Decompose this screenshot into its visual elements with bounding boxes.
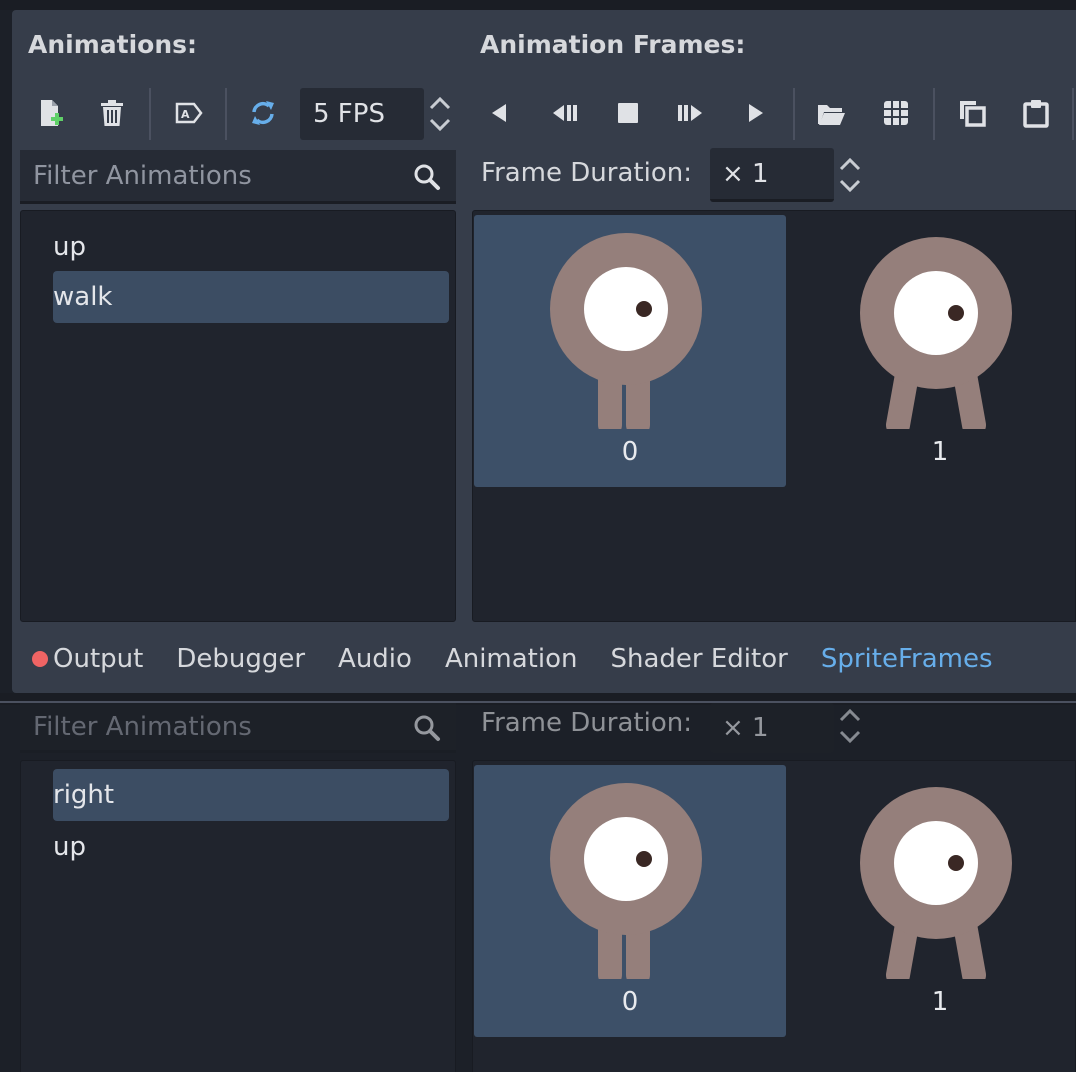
tab-debugger[interactable]: Debugger xyxy=(176,644,305,674)
frame-duration-stepper-icon[interactable] xyxy=(836,702,864,750)
new-animation-icon xyxy=(41,100,63,126)
frame-duration-value: × 1 xyxy=(722,158,769,189)
stop-icon xyxy=(618,103,638,123)
step-back-icon xyxy=(553,105,577,121)
stop-button[interactable] xyxy=(603,88,653,138)
frame-duration-label: Frame Duration: xyxy=(481,708,692,738)
open-folder-icon xyxy=(818,105,845,125)
frame-duration-stepper-icon[interactable] xyxy=(836,151,864,199)
creature-walk-frame-1-sprite xyxy=(860,237,1012,429)
animation-frames-heading: Animation Frames: xyxy=(480,30,746,59)
tab-animation[interactable]: Animation xyxy=(445,644,578,674)
frames-grid: 0 1 xyxy=(472,210,1076,622)
rename-animation-button[interactable]: A xyxy=(163,88,213,138)
creature-walk-frame-0-sprite xyxy=(550,233,702,429)
animation-name: walk xyxy=(53,282,113,312)
frame-index: 0 xyxy=(621,437,639,467)
animation-name: right xyxy=(53,780,115,810)
animation-item-right[interactable]: right xyxy=(53,769,449,821)
frame-item-0[interactable]: 0 xyxy=(474,765,786,1037)
new-animation-button[interactable] xyxy=(24,88,74,138)
filter-animations-input[interactable]: Filter Animations xyxy=(20,150,456,204)
frame-duration-value: × 1 xyxy=(722,713,769,743)
animation-name: up xyxy=(53,232,86,262)
svg-text:A: A xyxy=(181,108,190,121)
rename-animation-icon: A xyxy=(175,102,203,124)
frame-index: 1 xyxy=(931,987,949,1017)
filter-placeholder: Filter Animations xyxy=(33,711,252,742)
toolbar-separator xyxy=(1072,88,1074,140)
frame-duration-input[interactable]: × 1 xyxy=(710,703,834,753)
error-indicator-dot xyxy=(32,651,48,667)
frame-item-1[interactable]: 1 xyxy=(784,215,1076,487)
fps-value: 5 FPS xyxy=(313,99,385,129)
frame-index: 1 xyxy=(931,437,949,467)
copy-icon xyxy=(960,101,986,127)
toolbar-separator xyxy=(149,88,151,140)
add-frames-from-file-button[interactable] xyxy=(806,88,856,138)
grid-icon xyxy=(884,101,908,125)
tab-output[interactable]: Output xyxy=(53,644,143,674)
delete-animation-icon xyxy=(101,100,123,126)
fps-stepper-icon[interactable] xyxy=(426,90,454,138)
copy-frame-button[interactable] xyxy=(947,88,997,138)
toolbar-separator xyxy=(793,88,795,140)
frame-item-1[interactable]: 1 xyxy=(784,765,1076,1037)
frame-index: 0 xyxy=(621,987,639,1017)
animation-item-walk[interactable]: walk xyxy=(53,271,449,323)
play-backwards-button[interactable] xyxy=(475,88,525,138)
tab-spriteframes[interactable]: SpriteFrames xyxy=(821,644,993,674)
creature-right-frame-1-sprite xyxy=(860,787,1012,979)
play-backwards-icon xyxy=(492,104,506,122)
search-icon xyxy=(414,715,440,741)
bottom-panel-tabs: Output Debugger Audio Animation Shader E… xyxy=(12,630,1026,688)
window-top-edge xyxy=(0,0,1076,10)
loop-icon xyxy=(252,101,274,125)
paste-icon xyxy=(1023,100,1049,128)
animation-item-up[interactable]: up xyxy=(53,221,449,273)
step-forward-button[interactable] xyxy=(666,88,716,138)
creature-right-frame-0-sprite xyxy=(550,783,702,979)
search-icon xyxy=(414,164,440,190)
delete-animation-button[interactable] xyxy=(87,88,137,138)
toolbar-separator xyxy=(225,88,227,140)
animation-item-up[interactable]: up xyxy=(53,821,449,873)
animation-name: up xyxy=(53,832,86,862)
frame-duration-label: Frame Duration: xyxy=(481,158,692,188)
fps-input[interactable]: 5 FPS xyxy=(300,88,424,140)
loop-toggle-button[interactable] xyxy=(238,88,288,138)
step-forward-icon xyxy=(678,105,702,121)
filter-placeholder: Filter Animations xyxy=(33,160,252,191)
frame-duration-input[interactable]: × 1 xyxy=(710,148,834,202)
add-frames-from-sheet-button[interactable] xyxy=(871,88,921,138)
play-icon xyxy=(749,104,763,122)
play-button[interactable] xyxy=(730,88,780,138)
animations-heading: Animations: xyxy=(28,30,198,59)
tab-shader-editor[interactable]: Shader Editor xyxy=(611,644,788,674)
frame-item-0[interactable]: 0 xyxy=(474,215,786,487)
paste-frame-button[interactable] xyxy=(1011,88,1061,138)
animation-list: right up xyxy=(20,760,456,1072)
tab-audio[interactable]: Audio xyxy=(338,644,412,674)
step-back-button[interactable] xyxy=(539,88,589,138)
frames-grid: 0 1 xyxy=(472,760,1076,1072)
filter-animations-input[interactable]: Filter Animations xyxy=(20,703,456,753)
toolbar-separator xyxy=(933,88,935,140)
animation-list: up walk xyxy=(20,210,456,622)
